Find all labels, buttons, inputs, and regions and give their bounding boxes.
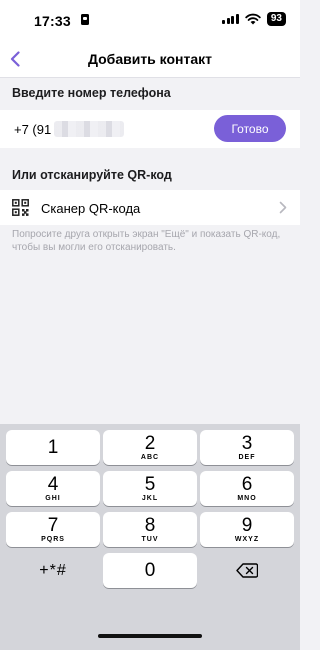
key-digit: 4 [47, 474, 59, 495]
key-digit: 9 [241, 515, 253, 536]
status-indicators: 93 [222, 12, 286, 26]
phone-input[interactable]: +7 (91 [14, 122, 51, 137]
key-1[interactable]: 1 [6, 430, 100, 465]
key-digit: 3 [241, 433, 253, 454]
key-digit: 5 [144, 474, 156, 495]
phone-input-row: +7 (91 Готово [0, 110, 300, 148]
backspace-key[interactable] [200, 553, 294, 588]
battery-indicator: 93 [266, 12, 286, 26]
key-digit: 1 [47, 437, 59, 458]
done-button[interactable]: Готово [214, 115, 286, 142]
key-7[interactable]: 7 PQRS [6, 512, 100, 547]
qr-section-header: Или отсканируйте QR-код [12, 168, 172, 182]
symbols-key[interactable]: +*# [6, 553, 100, 588]
numeric-keypad: 1 2 ABC 3 DEF 4 GHI 5 JKL 6 MNO 7 PQRS 8… [0, 424, 300, 650]
qr-hint-text: Попросите друга открыть экран "Ещё" и по… [12, 229, 281, 253]
status-bar: 17:33 93 [0, 0, 300, 40]
key-8[interactable]: 8 TUV [103, 512, 197, 547]
key-digit: 8 [144, 515, 156, 536]
key-digit: 7 [47, 515, 59, 536]
key-letters: DEF [238, 454, 256, 461]
key-letters: JKL [141, 495, 159, 502]
key-digit: 0 [144, 560, 156, 581]
key-0[interactable]: 0 [103, 553, 197, 588]
key-letters: MNO [237, 495, 257, 502]
home-indicator [98, 634, 202, 638]
backspace-icon [236, 563, 258, 578]
chevron-right-icon [279, 201, 287, 214]
key-letters: ABC [140, 454, 160, 461]
page-title: Добавить контакт [87, 51, 213, 67]
symbols-label: +*# [39, 561, 67, 579]
key-6[interactable]: 6 MNO [200, 471, 294, 506]
key-3[interactable]: 3 DEF [200, 430, 294, 465]
key-letters: PQRS [41, 536, 65, 543]
blurred-phone-digits [54, 121, 124, 137]
wifi-icon [245, 13, 261, 25]
phone-section-header: Введите номер телефона [12, 86, 171, 100]
nav-bar: Добавить контакт [0, 40, 300, 78]
key-4[interactable]: 4 GHI [6, 471, 100, 506]
person-card-icon [81, 14, 89, 25]
key-9[interactable]: 9 WXYZ [200, 512, 294, 547]
key-5[interactable]: 5 JKL [103, 471, 197, 506]
key-digit: 2 [144, 433, 156, 454]
signal-icon [222, 14, 239, 24]
key-letters: TUV [141, 536, 159, 543]
key-letters: GHI [45, 495, 61, 502]
key-2[interactable]: 2 ABC [103, 430, 197, 465]
status-time: 17:33 [34, 13, 71, 29]
key-letters: WXYZ [234, 536, 260, 543]
key-digit: 6 [241, 474, 253, 495]
qr-scanner-row[interactable]: Сканер QR-кода [0, 190, 300, 225]
qr-code-icon [12, 199, 29, 216]
qr-scanner-label: Сканер QR-кода [41, 201, 141, 216]
